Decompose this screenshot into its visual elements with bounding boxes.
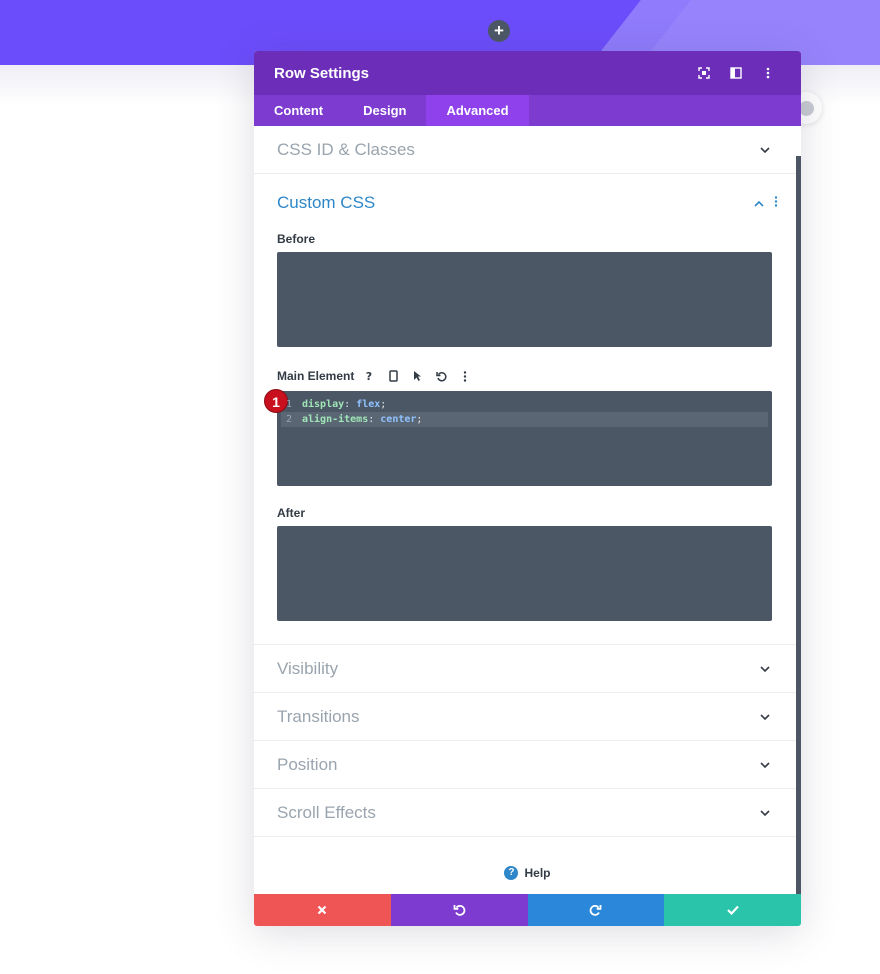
fullscreen-icon[interactable]	[691, 63, 717, 83]
section-transitions[interactable]: Transitions	[254, 693, 801, 741]
svg-text:?: ?	[366, 370, 372, 382]
chevron-down-icon	[758, 758, 772, 772]
check-icon	[726, 905, 739, 915]
section-toggle[interactable]: Position	[254, 741, 801, 788]
tab-content[interactable]: Content	[254, 95, 343, 126]
section-scroll-effects[interactable]: Scroll Effects	[254, 789, 801, 837]
semicolon: ;	[380, 399, 387, 410]
reset-icon[interactable]	[432, 367, 450, 385]
section-custom-css: Custom CSS Before Main Element ? 1 1 dis…	[254, 174, 801, 645]
before-label: Before	[277, 232, 316, 246]
settings-tabs: Content Design Advanced	[254, 95, 801, 126]
split-view-icon[interactable]	[723, 63, 749, 83]
modal-title: Row Settings	[274, 64, 370, 82]
code-line: 1 display: flex;	[281, 397, 768, 412]
main-element-label: Main Element	[277, 369, 355, 383]
pointer-icon[interactable]	[408, 367, 426, 385]
before-css-editor[interactable]	[277, 252, 772, 347]
section-position[interactable]: Position	[254, 741, 801, 789]
add-section-button[interactable]: +	[488, 20, 510, 42]
section-title: Transitions	[277, 706, 360, 726]
chevron-down-icon	[758, 710, 772, 724]
undo-button[interactable]	[390, 894, 528, 926]
modal-footer	[254, 894, 801, 926]
undo-icon	[453, 904, 465, 916]
settings-content: CSS ID & Classes Custom CSS Before Main …	[254, 126, 801, 894]
chevron-down-icon	[758, 143, 772, 157]
more-options-icon[interactable]	[755, 63, 781, 83]
chevron-down-icon	[758, 806, 772, 820]
main-element-label-row: Main Element ?	[277, 367, 778, 385]
css-value: center	[380, 414, 417, 425]
section-title: Position	[277, 754, 338, 774]
redo-icon	[590, 904, 602, 916]
help-circle-icon: ?	[504, 866, 519, 880]
semicolon: ;	[416, 414, 423, 425]
css-value: flex	[356, 399, 381, 410]
css-property: display	[302, 399, 345, 410]
chevron-down-icon	[758, 662, 772, 676]
section-visibility[interactable]: Visibility	[254, 645, 801, 693]
section-css-id-classes[interactable]: CSS ID & Classes	[254, 126, 801, 174]
main-element-css-editor[interactable]: 1 1 display: flex; 2 align-items: center…	[264, 389, 772, 486]
help-question-icon[interactable]: ?	[360, 367, 378, 385]
mobile-device-icon[interactable]	[384, 367, 402, 385]
close-icon	[318, 905, 327, 915]
after-css-editor[interactable]	[277, 526, 772, 621]
line-number: 1	[285, 399, 293, 410]
section-title: Visibility	[277, 658, 339, 678]
field-options-icon[interactable]	[456, 367, 474, 385]
tab-advanced[interactable]: Advanced	[426, 95, 529, 126]
section-title: Custom CSS	[277, 193, 376, 212]
section-toggle[interactable]: Visibility	[254, 645, 801, 692]
globe-icon	[799, 101, 814, 116]
plus-icon: +	[494, 21, 504, 40]
scrollbar[interactable]	[796, 156, 801, 894]
section-title: Scroll Effects	[277, 802, 376, 822]
after-label: After	[277, 506, 306, 520]
section-toggle[interactable]: CSS ID & Classes	[254, 126, 801, 173]
section-options-icon[interactable]	[774, 194, 778, 212]
redo-button[interactable]	[527, 894, 665, 926]
section-toggle[interactable]: Scroll Effects	[254, 789, 801, 836]
colon: :	[344, 399, 357, 410]
code-line: 2 align-items: center;	[281, 412, 768, 427]
section-title: CSS ID & Classes	[277, 139, 415, 159]
css-property: align-items	[302, 414, 369, 425]
custom-css-header[interactable]: Custom CSS	[277, 174, 778, 232]
cancel-button[interactable]	[254, 894, 391, 926]
tab-design[interactable]: Design	[343, 95, 426, 126]
row-settings-modal: Row Settings Content Design Advanced CSS…	[254, 51, 801, 926]
section-toggle[interactable]: Transitions	[254, 693, 801, 740]
modal-header: Row Settings	[254, 51, 801, 95]
line-number: 2	[285, 414, 293, 425]
save-button[interactable]	[664, 894, 801, 926]
chevron-up-icon[interactable]	[754, 194, 764, 212]
help-label: Help	[524, 866, 551, 880]
colon: :	[368, 414, 381, 425]
